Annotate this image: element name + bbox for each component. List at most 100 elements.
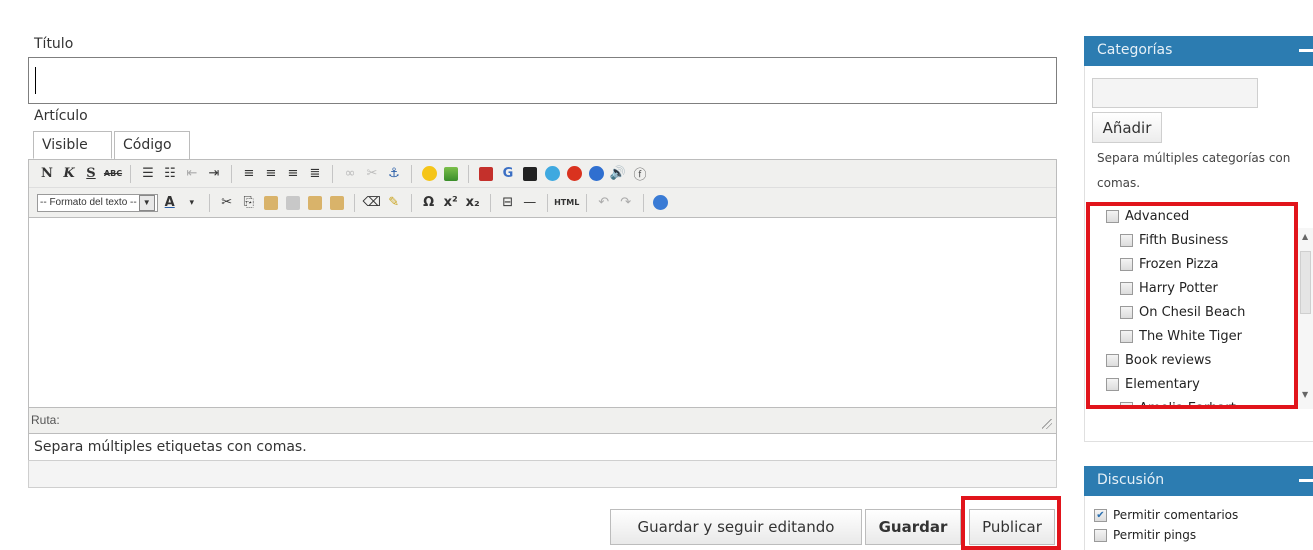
quicktime-icon[interactable] xyxy=(542,164,562,184)
checkbox[interactable] xyxy=(1106,210,1119,223)
page-break-icon[interactable]: ⊟ xyxy=(498,193,518,213)
indent-icon[interactable]: ⇥ xyxy=(204,164,224,184)
category-label: Fifth Business xyxy=(1139,233,1229,248)
realmedia-icon[interactable] xyxy=(564,164,584,184)
image-icon[interactable] xyxy=(441,164,461,184)
format-select[interactable]: -- Formato del texto -- ▼ xyxy=(37,193,158,212)
info-icon[interactable] xyxy=(520,164,540,184)
align-left-icon[interactable]: ≡ xyxy=(239,164,259,184)
toolbar-separator xyxy=(410,193,412,212)
category-item[interactable]: Advanced xyxy=(1106,209,1189,224)
save-continue-button[interactable]: Guardar y seguir editando xyxy=(610,509,862,545)
chevron-down-icon[interactable]: ▾ xyxy=(182,193,202,213)
paste-text-icon[interactable] xyxy=(283,193,303,213)
horizontal-rule-icon[interactable]: — xyxy=(520,193,540,213)
category-item[interactable]: Book reviews xyxy=(1106,353,1211,368)
checkbox[interactable] xyxy=(1120,234,1133,247)
tags-input[interactable] xyxy=(28,460,1057,488)
toolbar-separator xyxy=(130,164,131,183)
paste-special-icon[interactable] xyxy=(327,193,347,213)
special-char-icon[interactable]: Ω xyxy=(419,193,439,213)
scroll-up-icon[interactable]: ▲ xyxy=(1302,232,1308,241)
title-label: Título xyxy=(34,36,74,52)
audio-icon[interactable]: 🔊 xyxy=(608,164,628,184)
category-label: On Chesil Beach xyxy=(1139,305,1246,320)
category-label: Frozen Pizza xyxy=(1139,257,1219,272)
text-color-icon[interactable]: A xyxy=(160,193,180,213)
allow-pings-option[interactable]: Permitir pings xyxy=(1094,528,1196,542)
category-item[interactable]: Amelia Earhart xyxy=(1120,401,1236,409)
checkbox[interactable] xyxy=(1120,258,1133,271)
toolbar-separator xyxy=(411,164,412,183)
bullet-list-icon[interactable]: ☰ xyxy=(138,164,158,184)
title-input[interactable] xyxy=(28,57,1057,104)
youtube-icon[interactable] xyxy=(476,164,496,184)
html-icon[interactable]: HTML xyxy=(554,193,579,213)
checkbox-checked[interactable]: ✔ xyxy=(1094,508,1107,522)
eraser-icon[interactable]: ⌫ xyxy=(362,193,382,213)
toolbar-separator xyxy=(353,193,355,212)
resize-grip-icon[interactable] xyxy=(1042,419,1052,429)
collapse-icon[interactable] xyxy=(1299,479,1313,482)
category-item[interactable]: Fifth Business xyxy=(1120,233,1228,248)
underline-icon[interactable]: S xyxy=(81,164,101,184)
bold-icon[interactable]: N xyxy=(37,164,57,184)
scroll-thumb[interactable] xyxy=(1300,251,1311,314)
justify-icon[interactable]: ≣ xyxy=(305,164,325,184)
category-scrollbar[interactable]: ▲ ▼ xyxy=(1298,228,1313,409)
checkbox[interactable] xyxy=(1120,282,1133,295)
chevron-down-icon[interactable]: ▼ xyxy=(138,194,155,211)
windows-media-icon[interactable] xyxy=(586,164,606,184)
checkbox[interactable] xyxy=(1106,354,1119,367)
collapse-icon[interactable] xyxy=(1299,49,1313,52)
add-category-button[interactable]: Añadir xyxy=(1092,112,1162,143)
category-item[interactable]: Frozen Pizza xyxy=(1120,257,1219,272)
categories-title: Categorías xyxy=(1097,42,1173,58)
subscript-icon[interactable]: x₂ xyxy=(463,193,483,213)
cut-icon[interactable]: ✂ xyxy=(217,193,237,213)
help-icon[interactable] xyxy=(651,193,671,213)
paste-icon[interactable] xyxy=(261,193,281,213)
toolbar-row-2: -- Formato del texto -- ▼ A ▾ ✂ ⎘ ⌫ ✎ Ω … xyxy=(29,188,1056,218)
toolbar-separator xyxy=(208,193,210,212)
tab-visible[interactable]: Visible xyxy=(33,131,112,159)
strikethrough-icon[interactable]: ABC xyxy=(103,164,123,184)
paste-word-icon[interactable] xyxy=(305,193,325,213)
checkbox[interactable] xyxy=(1120,402,1133,405)
anchor-icon[interactable]: ⚓ xyxy=(384,164,404,184)
toolbar-separator xyxy=(585,193,587,212)
checkbox[interactable] xyxy=(1094,528,1107,542)
clean-icon[interactable]: ✎ xyxy=(384,193,404,213)
category-item[interactable]: Harry Potter xyxy=(1120,281,1218,296)
category-label: Advanced xyxy=(1125,209,1190,224)
copy-icon[interactable]: ⎘ xyxy=(239,193,259,213)
link-icon[interactable]: ∞ xyxy=(340,164,360,184)
emoticon-icon[interactable] xyxy=(419,164,439,184)
italic-icon[interactable]: K xyxy=(59,164,79,184)
checkbox[interactable] xyxy=(1106,378,1119,391)
tags-hint: Separa múltiples etiquetas con comas. xyxy=(34,439,307,455)
tab-code[interactable]: Código xyxy=(114,131,190,159)
checkbox[interactable] xyxy=(1120,306,1133,319)
scroll-down-icon[interactable]: ▼ xyxy=(1302,390,1308,399)
superscript-icon[interactable]: x² xyxy=(441,193,461,213)
align-center-icon[interactable]: ≡ xyxy=(261,164,281,184)
outdent-icon[interactable]: ⇤ xyxy=(182,164,202,184)
numbered-list-icon[interactable]: ☷ xyxy=(160,164,180,184)
save-button[interactable]: Guardar xyxy=(865,509,961,545)
flash-icon[interactable]: ⓕ xyxy=(630,164,650,184)
category-item[interactable]: The White Tiger xyxy=(1120,329,1242,344)
unlink-icon[interactable]: ✂ xyxy=(362,164,382,184)
category-item[interactable]: On Chesil Beach xyxy=(1120,305,1245,320)
category-label: Amelia Earhart xyxy=(1139,401,1236,409)
category-label: Elementary xyxy=(1125,377,1200,392)
toolbar-separator xyxy=(642,193,644,212)
redo-icon[interactable]: ↷ xyxy=(616,193,636,213)
undo-icon[interactable]: ↶ xyxy=(594,193,614,213)
align-right-icon[interactable]: ≡ xyxy=(283,164,303,184)
new-category-input[interactable] xyxy=(1092,78,1258,108)
allow-comments-option[interactable]: ✔ Permitir comentarios xyxy=(1094,508,1238,522)
checkbox[interactable] xyxy=(1120,330,1133,343)
category-item[interactable]: Elementary xyxy=(1106,377,1200,392)
google-icon[interactable]: G xyxy=(498,164,518,184)
